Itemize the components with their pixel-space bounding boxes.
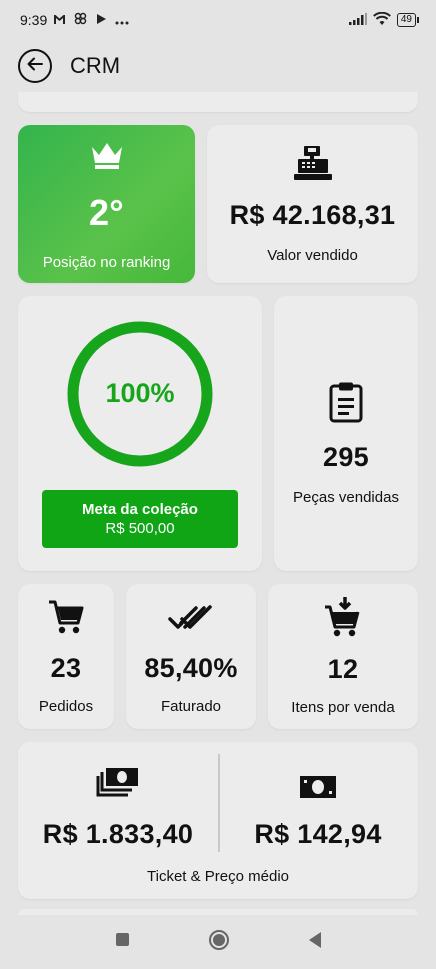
status-time: 9:39	[20, 12, 48, 28]
back-arrow-icon	[26, 55, 44, 78]
pieces-sold-card[interactable]: 295 Peças vendidas	[274, 296, 418, 571]
sales-value-card[interactable]: R$ 42.168,31 Valor vendido	[207, 125, 418, 283]
orders-value: 23	[50, 653, 82, 683]
items-per-sale-value: 12	[327, 654, 359, 684]
status-bar: 9:39 49	[0, 0, 436, 40]
ticket-left: R$ 1.833,40	[18, 760, 218, 850]
ranking-card[interactable]: 2° Posição no ranking	[18, 125, 195, 283]
average-price-value: R$ 142,94	[254, 819, 382, 849]
orders-card[interactable]: 23 Pedidos	[18, 584, 114, 729]
app-bar: CRM	[0, 40, 436, 92]
more-icon	[115, 13, 129, 28]
recent-apps-button[interactable]	[115, 933, 129, 946]
wifi-icon	[372, 11, 391, 29]
items-per-sale-label: Itens por venda	[291, 699, 395, 716]
back-button[interactable]	[18, 49, 52, 83]
items-per-sale-card[interactable]: 12 Itens por venda	[268, 584, 418, 729]
collection-goal-title: Meta da coleção	[82, 500, 198, 518]
ticket-right: R$ 142,94	[218, 760, 418, 850]
goal-card[interactable]: 100% Meta da coleção R$ 500,00	[18, 296, 262, 571]
sales-value-label: Valor vendido	[267, 246, 358, 264]
pieces-sold-label: Peças vendidas	[293, 489, 399, 506]
pinwheel-icon	[74, 12, 87, 28]
billed-value: 85,40%	[144, 653, 238, 683]
system-navigation-bar	[0, 910, 436, 969]
play-icon	[95, 13, 107, 28]
money-stack-icon	[96, 766, 140, 805]
goal-percent: 100%	[105, 378, 175, 408]
billed-label: Faturado	[160, 698, 222, 715]
billed-card[interactable]: 85,40% Faturado	[126, 584, 256, 729]
pieces-sold-value: 295	[323, 442, 369, 472]
sales-value: R$ 42.168,31	[229, 199, 396, 230]
cash-register-icon	[293, 145, 333, 186]
signal-icon	[348, 12, 367, 28]
collection-goal-value: R$ 500,00	[105, 519, 175, 537]
ticket-label: Ticket & Preço médio	[147, 868, 289, 885]
home-button[interactable]	[208, 929, 229, 950]
orders-label: Pedidos	[38, 698, 94, 715]
gmail-icon	[53, 13, 66, 28]
ranking-label: Posição no ranking	[42, 254, 171, 271]
ranking-value: 2°	[88, 192, 125, 233]
money-icon	[298, 774, 338, 805]
clipboard-icon	[328, 381, 364, 428]
cart-download-icon	[323, 597, 363, 644]
collection-goal-button[interactable]: Meta da coleção R$ 500,00	[42, 489, 238, 548]
double-check-icon	[168, 598, 214, 641]
ticket-card[interactable]: R$ 1.833,40 R$ 142,94 Ticket & Preço méd…	[18, 742, 418, 899]
cart-icon	[47, 598, 85, 641]
system-back-button[interactable]	[308, 931, 321, 948]
previous-card-edge	[18, 92, 418, 112]
crown-icon	[90, 141, 124, 176]
battery-icon: 49	[396, 13, 420, 27]
ticket-average-value: R$ 1.833,40	[42, 819, 194, 849]
page-title: CRM	[70, 53, 121, 78]
goal-progress-ring: 100%	[66, 320, 214, 468]
